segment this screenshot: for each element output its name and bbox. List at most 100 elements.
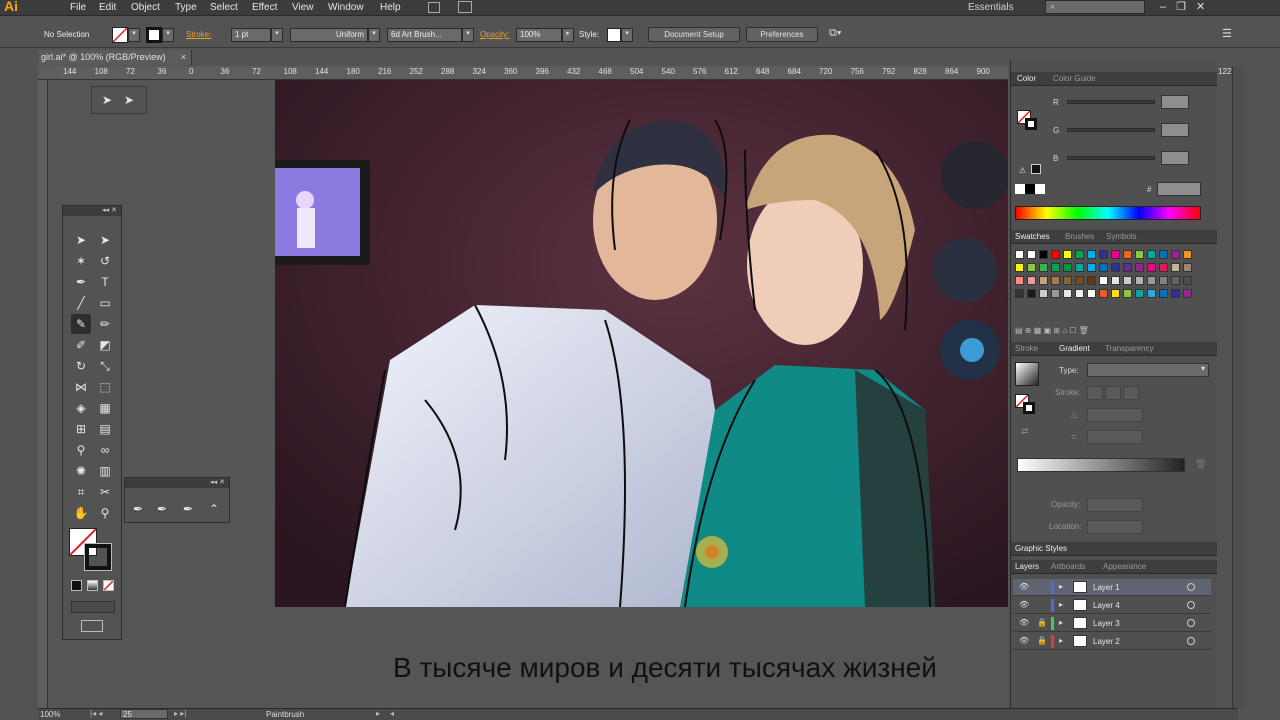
stroke-swatch[interactable]: [146, 27, 162, 43]
swatch-chip[interactable]: [1099, 263, 1108, 272]
width-tool-icon[interactable]: ⋈: [71, 377, 91, 397]
target-icon[interactable]: [1187, 601, 1195, 609]
menu-file[interactable]: File: [70, 2, 86, 13]
shape-builder-tool-icon[interactable]: ◈: [71, 398, 91, 418]
swatch-chip[interactable]: [1111, 263, 1120, 272]
menu-select[interactable]: Select: [210, 2, 238, 13]
swatch-chip[interactable]: [1039, 276, 1048, 285]
profile-dropdown[interactable]: ▾: [368, 28, 380, 42]
paintbrush-tool-icon[interactable]: ✎: [71, 314, 91, 334]
delete-stop-icon[interactable]: 🗑: [1195, 459, 1206, 470]
swatch-chip[interactable]: [1135, 289, 1144, 298]
swatch-chip[interactable]: [1123, 276, 1132, 285]
tab-color[interactable]: Color: [1017, 74, 1036, 83]
variable-width-profile[interactable]: Uniform: [290, 28, 368, 42]
gradient-thumbnail[interactable]: [1015, 362, 1039, 386]
swatch-chip[interactable]: [1051, 276, 1060, 285]
swatch-chip[interactable]: [1075, 276, 1084, 285]
gradient-stroke-swatch[interactable]: [1023, 402, 1035, 414]
flyout-header[interactable]: ◂◂ ✕: [125, 478, 229, 488]
restore-icon[interactable]: ❐: [1176, 1, 1196, 13]
swatch-chip[interactable]: [1063, 250, 1072, 259]
channel-b-value[interactable]: [1161, 151, 1189, 165]
swatch-chip[interactable]: [1027, 289, 1036, 298]
swatch-chip[interactable]: [1063, 276, 1072, 285]
eyedropper-tool-icon[interactable]: ⚲: [71, 440, 91, 460]
draw-modes[interactable]: [71, 601, 115, 613]
swatch-chip[interactable]: [1147, 276, 1156, 285]
stroke-along-button[interactable]: [1105, 386, 1121, 400]
layer-name[interactable]: Layer 4: [1093, 601, 1120, 610]
zoom-level[interactable]: 100%: [40, 710, 60, 719]
target-icon[interactable]: [1187, 583, 1195, 591]
swatch-chip[interactable]: [1027, 276, 1036, 285]
search-input[interactable]: [1045, 0, 1145, 14]
swatch-chip[interactable]: [1135, 263, 1144, 272]
swatch-chip[interactable]: [1015, 276, 1024, 285]
column-graph-tool-icon[interactable]: ▥: [95, 461, 115, 481]
expand-triangle-icon[interactable]: ▸: [1059, 600, 1063, 609]
stroke-within-button[interactable]: [1087, 386, 1103, 400]
artboard-nav-next-icons[interactable]: ▸ ▸|: [174, 709, 186, 718]
vertical-scrollbar[interactable]: [1232, 66, 1244, 708]
swatch-chip[interactable]: [1171, 276, 1180, 285]
blob-brush-tool-icon[interactable]: ✐: [71, 335, 91, 355]
swatch-chip[interactable]: [1159, 263, 1168, 272]
swatch-chip[interactable]: [1147, 263, 1156, 272]
brush-dropdown[interactable]: ▾: [462, 28, 474, 42]
swatch-chip[interactable]: [1099, 250, 1108, 259]
style-swatch[interactable]: [607, 28, 621, 42]
gradient-tool-icon[interactable]: ▤: [95, 419, 115, 439]
tab-symbols[interactable]: Symbols: [1106, 232, 1137, 241]
fill-swatch[interactable]: [112, 27, 128, 43]
reverse-gradient-icon[interactable]: ⇄: [1021, 426, 1029, 437]
swatch-chip[interactable]: [1111, 276, 1120, 285]
slice-tool-icon[interactable]: ✂: [95, 482, 115, 502]
tab-transparency[interactable]: Transparency: [1105, 344, 1154, 353]
lasso-tool-icon[interactable]: ↺: [95, 251, 115, 271]
web-safe-icon[interactable]: [1031, 164, 1041, 174]
swatch-chip[interactable]: [1135, 250, 1144, 259]
scroll-left-icon[interactable]: ◂: [390, 709, 394, 718]
vertical-ruler[interactable]: [38, 80, 48, 708]
symbol-sprayer-tool-icon[interactable]: ✺: [71, 461, 91, 481]
tab-artboards[interactable]: Artboards: [1051, 562, 1086, 571]
target-icon[interactable]: [1187, 637, 1195, 645]
eye-icon[interactable]: 👁: [1019, 600, 1029, 609]
mesh-tool-icon[interactable]: ⊞: [71, 419, 91, 439]
swatch-chip[interactable]: [1051, 289, 1060, 298]
tab-graphic-styles[interactable]: Graphic Styles: [1015, 544, 1067, 553]
swatch-chip[interactable]: [1123, 250, 1132, 259]
tab-color-guide[interactable]: Color Guide: [1053, 74, 1096, 83]
white-color-chip[interactable]: [1035, 184, 1045, 194]
swatch-chip[interactable]: [1087, 289, 1096, 298]
swatch-chip[interactable]: [1015, 263, 1024, 272]
swatch-chip[interactable]: [1147, 289, 1156, 298]
none-color-chip[interactable]: [1015, 184, 1025, 194]
eraser-tool-icon[interactable]: ◩: [95, 335, 115, 355]
swatch-chip[interactable]: [1099, 276, 1108, 285]
close-icon[interactable]: ✕: [1196, 1, 1215, 13]
channel-b-slider[interactable]: [1067, 156, 1155, 160]
close-tab-icon[interactable]: ×: [181, 52, 186, 62]
status-menu-icon[interactable]: ▸: [376, 709, 380, 718]
screen-mode-icon[interactable]: [81, 620, 103, 632]
artboard-number-field[interactable]: 25: [120, 709, 168, 719]
swatch-chip[interactable]: [1039, 250, 1048, 259]
horizontal-ruler[interactable]: 144 108 72 36 0 36 72 108 144 180 216 252 288 324 360 3…: [38, 66, 1008, 80]
eye-icon[interactable]: 👁: [1019, 582, 1029, 591]
none-mode-icon[interactable]: [103, 580, 114, 591]
artboard-photo[interactable]: [275, 80, 1008, 607]
lock-icon[interactable]: 🔒: [1037, 618, 1047, 627]
swatch-chip[interactable]: [1159, 289, 1168, 298]
swatch-chip[interactable]: [1075, 250, 1084, 259]
menu-help[interactable]: Help: [380, 2, 401, 13]
stroke-weight-dropdown[interactable]: ▾: [271, 28, 283, 42]
brush-definition[interactable]: 6d Art Brush...: [387, 28, 462, 42]
menu-edit[interactable]: Edit: [99, 2, 116, 13]
swatch-chip[interactable]: [1183, 250, 1192, 259]
style-dropdown[interactable]: ▾: [621, 28, 633, 42]
magic-wand-tool-icon[interactable]: ✶: [71, 251, 91, 271]
swatch-chip[interactable]: [1135, 276, 1144, 285]
channel-g-value[interactable]: [1161, 123, 1189, 137]
